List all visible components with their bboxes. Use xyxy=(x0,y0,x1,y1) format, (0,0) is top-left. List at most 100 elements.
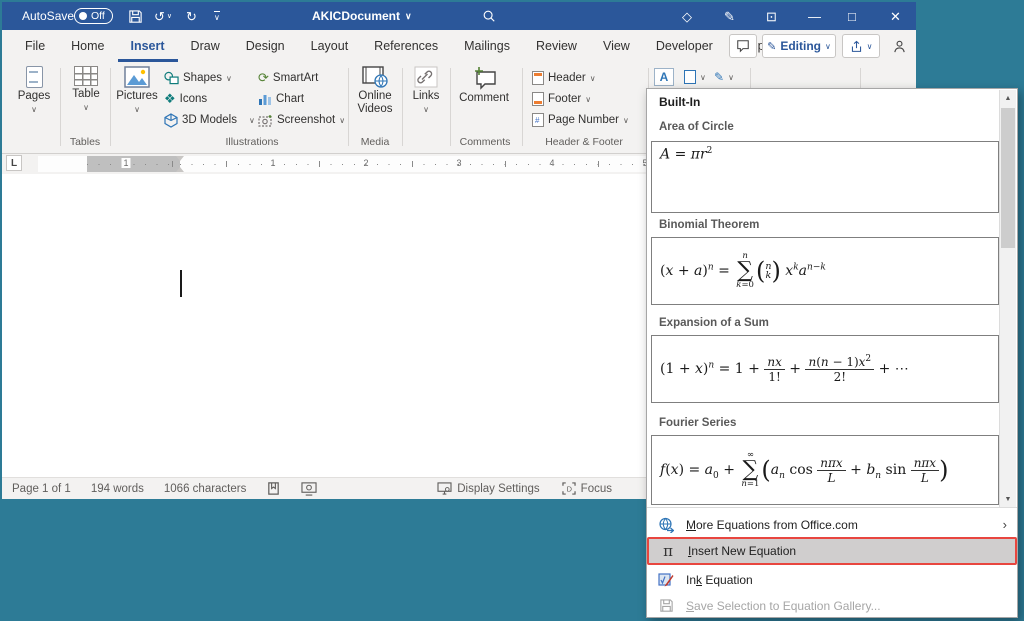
close-icon: ✕ xyxy=(890,10,901,23)
gallery-item-area-of-circle[interactable]: A = πr2 xyxy=(651,141,999,213)
chevron-down-icon: ∨ xyxy=(167,12,172,20)
wordart-button[interactable]: ✎ ∨ xyxy=(714,67,734,87)
gallery-item-title: Expansion of a Sum xyxy=(659,317,769,329)
tab-mailings[interactable]: Mailings xyxy=(451,30,523,62)
gallery-item-fourier-series[interactable]: f(x) = a0 + ∞∑n=1(an cos nπxL + bn sin n… xyxy=(651,435,999,505)
chevron-down-icon: ∨ xyxy=(249,116,255,125)
gallery-item-expansion-of-a-sum[interactable]: (1 + x)n = 1 + nx1! + n(n − 1)x22! + ⋯ xyxy=(651,335,999,403)
gem-icon: ◇ xyxy=(682,10,692,23)
header-icon xyxy=(532,71,544,85)
screenshot-button[interactable]: Screenshot ∨ xyxy=(258,110,345,130)
online-videos-button[interactable]: OnlineVideos xyxy=(352,66,398,116)
pictures-icon xyxy=(124,66,150,88)
chevron-down-icon: ∨ xyxy=(423,105,429,114)
text-box-button[interactable]: A xyxy=(654,67,674,87)
ribbon-display-button[interactable]: ⊡ xyxy=(766,2,777,30)
comment-icon xyxy=(736,39,750,53)
comments-button[interactable] xyxy=(729,34,757,58)
links-icon xyxy=(414,66,438,88)
footer-button[interactable]: Footer ∨ xyxy=(532,89,591,109)
redo-icon: ↻ xyxy=(186,10,197,23)
premium-button[interactable]: ◇ xyxy=(682,2,692,30)
autosave-toggle[interactable]: Off xyxy=(74,2,113,30)
icons-icon: ❖ xyxy=(164,91,176,107)
person-icon xyxy=(892,39,907,54)
word-count[interactable]: 194 words xyxy=(91,483,144,495)
title-bar: AutoSave Off ↺∨ ↻ ∨ AKICDocument∨ ◇ ✎ ⊡ … xyxy=(2,2,916,30)
tab-file[interactable]: File xyxy=(12,30,58,62)
redo-button[interactable]: ↻ xyxy=(186,2,197,30)
pencil-icon: ✎ xyxy=(767,40,776,53)
3d-models-button[interactable]: 3D Models ∨ xyxy=(164,110,255,130)
focus-mode-button[interactable]: D Focus xyxy=(562,482,612,495)
pictures-button[interactable]: Pictures ∨ xyxy=(114,66,160,114)
page-number-icon xyxy=(532,113,544,127)
undo-button[interactable]: ↺∨ xyxy=(154,2,172,30)
group-label-comments: Comments xyxy=(450,136,520,148)
page-number-button[interactable]: Page Number ∨ xyxy=(532,110,629,130)
document-title[interactable]: AKICDocument∨ xyxy=(312,2,412,30)
accessibility-button[interactable] xyxy=(301,481,317,496)
save-icon xyxy=(128,9,143,24)
shapes-button[interactable]: Shapes ∨ xyxy=(164,68,232,88)
online-videos-icon xyxy=(362,66,388,88)
character-count[interactable]: 1066 characters xyxy=(164,483,246,495)
display-settings-button[interactable]: Display Settings xyxy=(437,482,539,495)
quick-parts-button[interactable]: ∨ xyxy=(684,67,706,87)
draw-mode-button[interactable]: ✎ xyxy=(724,2,735,30)
gallery-item-title: Area of Circle xyxy=(659,121,734,133)
share-button[interactable]: ∨ xyxy=(842,34,880,58)
tab-review[interactable]: Review xyxy=(523,30,590,62)
group-label-illustrations: Illustrations xyxy=(160,136,344,148)
save-button[interactable] xyxy=(128,2,143,30)
people-button[interactable] xyxy=(886,34,912,58)
tab-stop-selector[interactable]: L xyxy=(6,155,22,171)
menu-item-save-selection[interactable]: Save Selection to Equation Gallery... xyxy=(647,592,1017,619)
maximize-icon: □ xyxy=(848,10,856,23)
tab-layout[interactable]: Layout xyxy=(298,30,362,62)
page-indicator[interactable]: Page 1 of 1 xyxy=(12,483,71,495)
customize-quick-access-button[interactable]: ∨ xyxy=(214,2,220,30)
gallery-scrollbar[interactable]: ▲ ▼ xyxy=(999,90,1016,507)
scroll-down-icon[interactable]: ▼ xyxy=(1000,491,1016,507)
pages-button[interactable]: Pages ∨ xyxy=(12,66,56,114)
menu-item-insert-new-equation[interactable]: π Insert New Equation xyxy=(647,537,1017,565)
tab-insert[interactable]: Insert xyxy=(118,30,178,62)
tab-design[interactable]: Design xyxy=(233,30,298,62)
smartart-icon: ⟳ xyxy=(258,70,269,86)
display-settings-icon xyxy=(437,482,452,495)
icons-button[interactable]: ❖ Icons xyxy=(164,89,207,109)
tab-view[interactable]: View xyxy=(590,30,643,62)
comment-button[interactable]: Comment xyxy=(456,66,512,105)
header-button[interactable]: Header ∨ xyxy=(532,68,596,88)
table-button[interactable]: Table ∨ xyxy=(64,66,108,112)
ink-equation-icon xyxy=(658,572,674,588)
gallery-item-title: Fourier Series xyxy=(659,417,736,429)
chevron-down-icon: ∨ xyxy=(31,105,37,114)
table-icon xyxy=(74,66,98,86)
menu-item-more-equations[interactable]: More Equations from Office.com › xyxy=(647,511,1017,538)
svg-text:D: D xyxy=(566,484,571,493)
wordart-icon: ✎ xyxy=(714,70,724,84)
scroll-up-icon[interactable]: ▲ xyxy=(1000,90,1016,106)
menu-item-ink-equation[interactable]: Ink Equation xyxy=(647,566,1017,593)
editing-mode-button[interactable]: ✎ Editing ∨ xyxy=(762,34,836,58)
search-button[interactable] xyxy=(482,2,496,30)
chart-button[interactable]: Chart xyxy=(258,89,304,109)
maximize-button[interactable]: □ xyxy=(848,2,856,30)
dropdown-heading: Built-In xyxy=(659,95,700,109)
tab-developer[interactable]: Developer xyxy=(643,30,726,62)
close-button[interactable]: ✕ xyxy=(890,2,901,30)
submenu-arrow-icon: › xyxy=(1003,517,1007,532)
scrollbar-thumb[interactable] xyxy=(1001,108,1015,248)
text-box-icon: A xyxy=(654,68,674,86)
tab-draw[interactable]: Draw xyxy=(178,30,233,62)
smartart-button[interactable]: ⟳ SmartArt xyxy=(258,68,318,88)
indent-markers[interactable] xyxy=(176,156,184,172)
tab-references[interactable]: References xyxy=(361,30,451,62)
gallery-item-binomial-theorem[interactable]: (x + a)n = n∑k=0(nk) xkan−k xyxy=(651,237,999,305)
tab-home[interactable]: Home xyxy=(58,30,117,62)
proofing-button[interactable] xyxy=(266,481,281,496)
links-button[interactable]: Links ∨ xyxy=(406,66,446,114)
minimize-button[interactable]: — xyxy=(808,2,821,30)
